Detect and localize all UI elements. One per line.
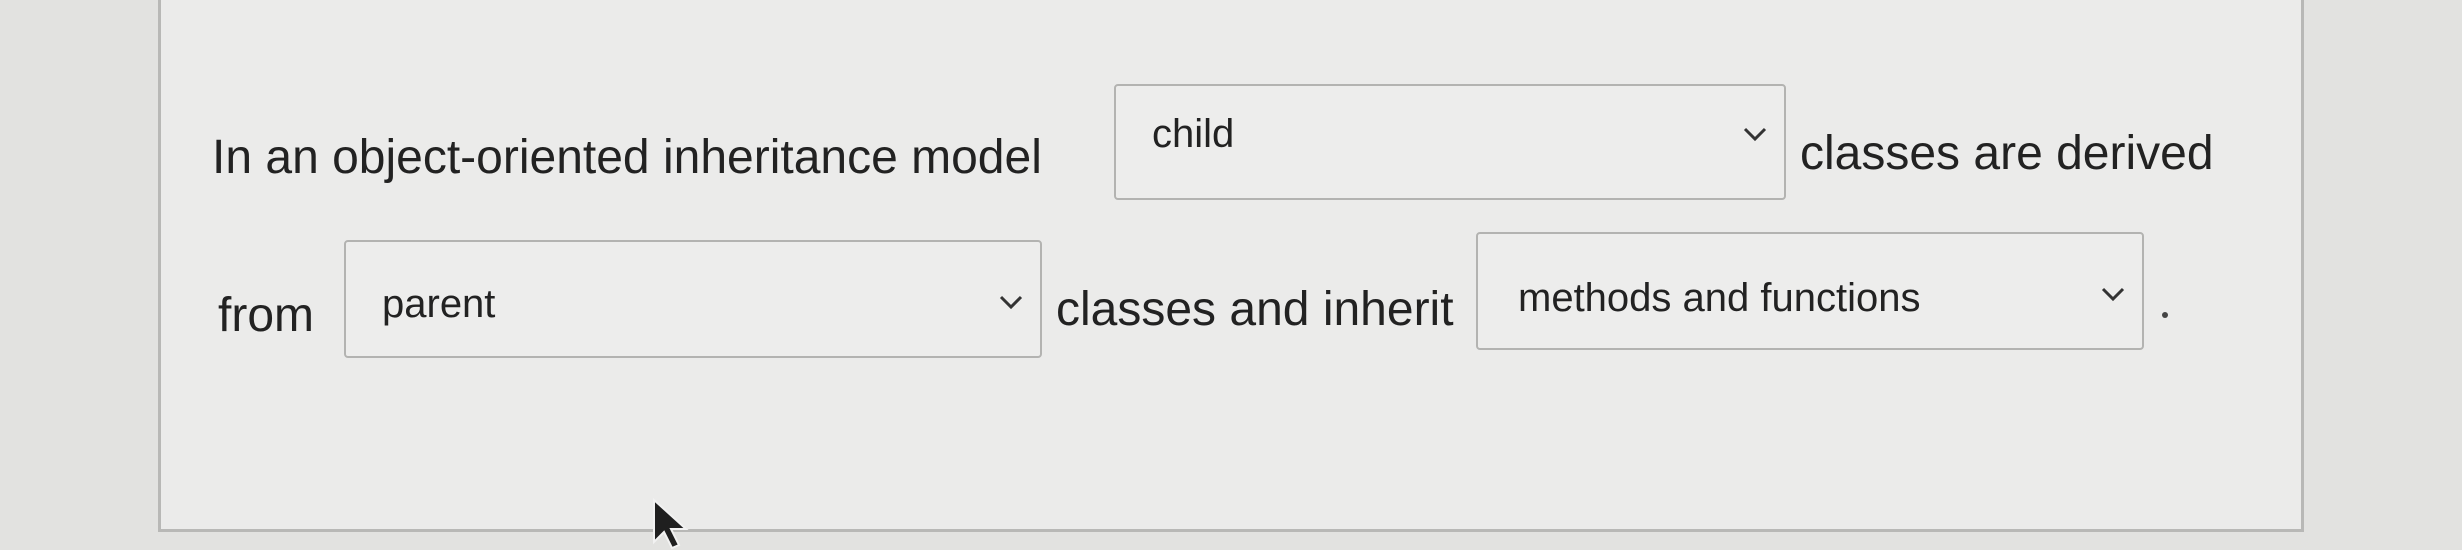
dropdown-parent[interactable]: parent	[344, 240, 1042, 358]
dropdown-methods[interactable]: methods and functions	[1476, 232, 2144, 350]
chevron-down-icon	[2101, 287, 2125, 302]
dropdown-methods-value: methods and functions	[1518, 276, 1921, 320]
dropdown-child[interactable]: child	[1114, 84, 1786, 200]
chevron-down-icon	[999, 295, 1023, 310]
dropdown-parent-value: parent	[382, 282, 496, 326]
chevron-down-icon	[1743, 127, 1767, 142]
mouse-cursor-icon	[653, 498, 689, 550]
sentence-text-3: from	[218, 289, 314, 342]
sentence-text-1: In an object-oriented inheritance model	[212, 131, 1042, 184]
dropdown-child-value: child	[1152, 112, 1235, 156]
sentence-text-2: classes are derived	[1800, 127, 2214, 180]
sentence-text-4: classes and inherit	[1056, 283, 1454, 336]
sentence-text-5: .	[2162, 288, 2173, 333]
